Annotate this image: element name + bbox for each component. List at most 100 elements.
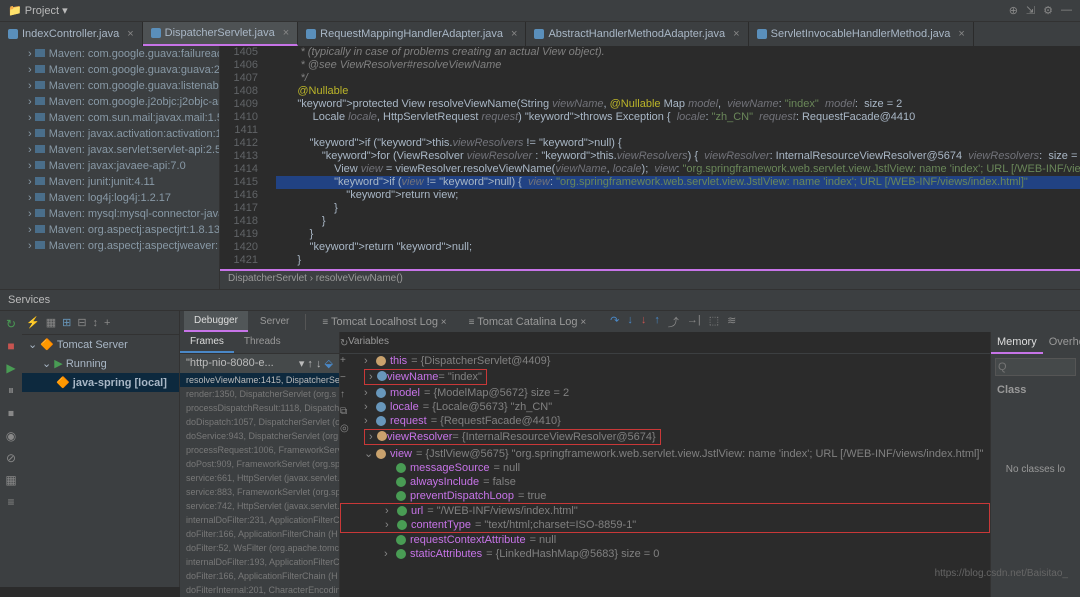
restart-icon[interactable]: ↻ [340, 338, 356, 349]
variable-row[interactable]: › url = "/WEB-INF/views/index.html" [340, 503, 990, 518]
variable-row[interactable]: alwaysInclude = false [340, 475, 990, 489]
tab-tomcat-catalina[interactable]: ≡ Tomcat Catalina Log × [459, 312, 597, 332]
tab-dispatcher-servlet[interactable]: DispatcherServlet.java× [143, 22, 299, 46]
evaluate-icon[interactable]: ⬚ [709, 314, 719, 330]
close-icon[interactable]: × [958, 28, 964, 40]
tree-icon[interactable]: ⊟ [77, 316, 86, 329]
stack-frame[interactable]: doDispatch:1057, DispatcherServlet (o [180, 415, 339, 429]
stop-icon[interactable]: ■ [7, 339, 14, 353]
tree-item[interactable]: › Maven: org.aspectj:aspectjrt:1.8.13 [0, 222, 219, 238]
collapse-icon[interactable]: ⇲ [1026, 4, 1035, 17]
trace-icon[interactable]: ≋ [727, 314, 736, 330]
target2-icon[interactable]: ◎ [340, 423, 356, 434]
code-line[interactable]: */ [276, 72, 1080, 85]
pause-icon[interactable]: ⏸ [8, 383, 14, 398]
tree-java-spring[interactable]: 🔶 java-spring [local] [22, 373, 179, 392]
code-line[interactable]: Locale locale, HttpServletRequest reques… [276, 111, 1080, 124]
close-icon[interactable]: × [511, 28, 517, 40]
code-line[interactable]: View view = viewResolver.resolveViewName… [276, 163, 1080, 176]
variable-row[interactable]: › staticAttributes = {LinkedHashMap@5683… [340, 547, 990, 561]
add-icon[interactable]: + [104, 317, 110, 329]
stack-frame[interactable]: doFilter:52, WsFilter (org.apache.tomc [180, 541, 339, 555]
expand-icon[interactable]: ↕ [93, 317, 99, 329]
code-line[interactable] [276, 124, 1080, 137]
tree-item[interactable]: › Maven: com.google.guava:listenablefutu… [0, 78, 219, 94]
stack-frame[interactable]: internalDoFilter:231, ApplicationFilterC… [180, 513, 339, 527]
tree-item[interactable]: › Maven: log4j:log4j:1.2.17 [0, 190, 219, 206]
tree-tomcat-server[interactable]: ⌄ 🔶 Tomcat Server [22, 335, 179, 354]
variable-row[interactable]: › viewResolver = {InternalResourceViewRe… [340, 428, 990, 446]
step-into-icon[interactable]: ↓ [627, 314, 633, 330]
stack-frame[interactable]: doFilterInternal:201, CharacterEncoding [180, 583, 339, 597]
services-toolwindow-header[interactable]: Services [0, 289, 1080, 311]
resume-icon[interactable]: ▶ [6, 361, 15, 375]
tree-item[interactable]: › Maven: javax.activation:activation:1.1 [0, 126, 219, 142]
close-icon[interactable]: × [127, 28, 133, 40]
stop2-icon[interactable]: ⏹ [8, 406, 14, 421]
tree-item[interactable]: › Maven: org.aspectj:aspectjweaver:1.8.1… [0, 238, 219, 254]
tree-item[interactable]: › Maven: javax.servlet:servlet-api:2.5 [0, 142, 219, 158]
stack-frame[interactable]: doService:943, DispatcherServlet (org [180, 429, 339, 443]
code-line[interactable]: } [276, 228, 1080, 241]
plus-icon[interactable]: + [340, 355, 356, 366]
grid-icon[interactable]: ▦ [46, 316, 56, 329]
overhead-tab[interactable]: Overhead [1043, 332, 1080, 354]
stack-frame[interactable]: internalDoFilter:193, ApplicationFilterC… [180, 555, 339, 569]
stack-frame[interactable]: doPost:909, FrameworkServlet (org.sp [180, 457, 339, 471]
step-over-icon[interactable]: ↷ [610, 314, 619, 330]
stack-frame[interactable]: doFilter:166, ApplicationFilterChain (H [180, 569, 339, 583]
thread-selector[interactable]: "http-nio-8080-e...▾ ↑ ↓ ⬙ [180, 354, 339, 373]
variable-row[interactable]: › model = {ModelMap@5672} size = 2 [340, 386, 990, 400]
hide-icon[interactable]: — [1061, 4, 1072, 17]
tree-item[interactable]: › Maven: com.google.guava:guava:28.0-jre [0, 62, 219, 78]
tab-server[interactable]: Server [250, 312, 299, 331]
code-editor[interactable]: 1405140614071408140914101411141214131414… [220, 46, 1080, 289]
tab-tomcat-localhost[interactable]: ≡ Tomcat Localhost Log × [312, 312, 456, 332]
variable-row[interactable]: preventDispatchLoop = true [340, 489, 990, 503]
drop-frame-icon[interactable]: ⤴ [668, 314, 679, 330]
mute-breakpoints-icon[interactable]: ⊘ [6, 451, 16, 465]
code-line[interactable]: } [276, 215, 1080, 228]
up-icon[interactable]: ↑ [340, 389, 356, 400]
variable-row[interactable]: › this = {DispatcherServlet@4409} [340, 354, 990, 368]
code-line[interactable]: "keyword">if ("keyword">this.viewResolve… [276, 137, 1080, 150]
settings-icon[interactable]: ⚙ [1043, 4, 1053, 17]
run-to-cursor-icon[interactable]: →| [687, 314, 701, 330]
close-icon[interactable]: × [283, 27, 289, 39]
tab-servlet-invocable[interactable]: ServletInvocableHandlerMethod.java× [749, 22, 974, 46]
tab-debugger[interactable]: Debugger [184, 311, 248, 332]
stack-frame[interactable]: resolveViewName:1415, DispatcherServ [180, 373, 339, 387]
breadcrumb[interactable]: DispatcherServlet › resolveViewName() [220, 269, 1080, 289]
stack-frame[interactable]: service:742, HttpServlet (javax.servlet.… [180, 499, 339, 513]
tree-item[interactable]: › Maven: com.google.guava:failureaccess:… [0, 46, 219, 62]
memory-search-input[interactable] [995, 358, 1076, 376]
stack-frame[interactable]: service:661, HttpServlet (javax.servlet.… [180, 471, 339, 485]
tab-abstract-handler[interactable]: AbstractHandlerMethodAdapter.java× [526, 22, 748, 46]
stack-frame[interactable]: doFilter:166, ApplicationFilterChain (H [180, 527, 339, 541]
step-out-icon[interactable]: ↑ [654, 314, 660, 330]
tree-item[interactable]: › Maven: com.google.j2objc:j2objc-annota… [0, 94, 219, 110]
project-tree[interactable]: › Maven: com.google.guava:failureaccess:… [0, 46, 220, 289]
tree-item[interactable]: › Maven: javax:javaee-api:7.0 [0, 158, 219, 174]
list-icon[interactable]: ⊞ [62, 316, 71, 329]
code-line[interactable]: "keyword">if (view != "keyword">null) { … [276, 176, 1080, 189]
tree-item[interactable]: › Maven: mysql:mysql-connector-java:5.1.… [0, 206, 219, 222]
minus-icon[interactable]: − [340, 372, 356, 383]
stack-frame[interactable]: processDispatchResult:1118, Dispatch [180, 401, 339, 415]
memory-tab[interactable]: Memory [991, 332, 1043, 354]
copy-icon[interactable]: ⧉ [340, 406, 356, 417]
rerun-icon[interactable]: ↻ [6, 317, 16, 331]
code-line[interactable]: @Nullable [276, 85, 1080, 98]
variable-row[interactable]: › viewName = "index" [340, 368, 990, 386]
tree-item[interactable]: › Maven: com.sun.mail:javax.mail:1.5.0 [0, 110, 219, 126]
code-line[interactable]: * (typically in case of problems creatin… [276, 46, 1080, 59]
project-dropdown[interactable]: 📁 Project ▾ [0, 4, 76, 17]
variable-row[interactable]: requestContextAttribute = null [340, 533, 990, 547]
variable-row[interactable]: messageSource = null [340, 461, 990, 475]
code-line[interactable]: "keyword">protected View resolveViewName… [276, 98, 1080, 111]
tree-item[interactable]: › Maven: junit:junit:4.11 [0, 174, 219, 190]
variable-row[interactable]: › locale = {Locale@5673} "zh_CN" [340, 400, 990, 414]
frames-tab[interactable]: Frames [180, 332, 234, 353]
more-icon[interactable]: ≡ [7, 495, 14, 509]
layout-icon[interactable]: ▦ [5, 473, 16, 487]
